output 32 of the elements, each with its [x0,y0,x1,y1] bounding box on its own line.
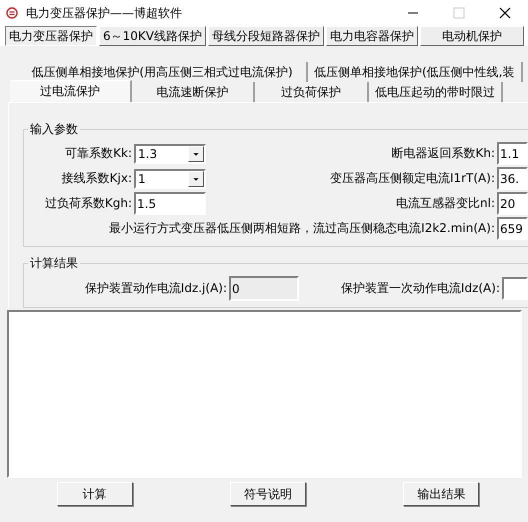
input-field[interactable]: 1.5 [134,192,206,215]
combo-box[interactable]: 1 [134,168,206,188]
tab[interactable]: 过电流保护 [10,80,132,102]
field-label: 断电器返回系数Kh: [390,145,496,162]
action-button[interactable]: 计算 [56,482,133,506]
tab[interactable]: 电力电容器保护 [326,26,418,46]
field-label: 保护装置动作电流Idz.j(A): [84,280,228,297]
close-icon[interactable] [499,7,511,19]
combo-box[interactable]: 1.3 [134,144,206,164]
group-title: 输入参数 [29,121,79,138]
field-label: 过负荷系数Kgh: [44,195,133,212]
input-field[interactable]: 20 [497,192,528,215]
input-field[interactable]: 1.1 [497,142,528,165]
input-field[interactable]: 659 [497,217,528,240]
action-button[interactable]: 输出结果 [403,482,480,506]
field-label: 最小运行方式变压器低压侧两相短路，流过高压侧稳态电流I2k2.min(A): [108,220,496,237]
tab[interactable]: 6～10KV线路保护 [99,26,206,46]
window-title: 电力变压器保护——博超软件 [26,4,183,22]
input-field[interactable]: 0 [229,276,299,301]
group-title: 计算结果 [29,255,79,272]
tab[interactable]: 母线分段短路器保护 [208,26,324,46]
field-label: 变压器高压侧额定电流I1rT(A): [328,170,496,187]
input-field[interactable] [502,277,528,300]
field-label: 保护装置一次动作电流Idz(A): [340,280,501,297]
field-label: 可靠系数Kk: [64,145,133,162]
action-button[interactable]: 符号说明 [230,482,306,506]
app-logo-icon [6,7,18,19]
field-label: 电流互感器变比nl: [395,195,496,212]
field-label: 接线系数Kjx: [60,170,133,187]
tab[interactable]: 电力变压器保护 [5,26,97,46]
input-field[interactable]: 36. [497,167,528,190]
tab[interactable]: 电动机保护 [420,26,524,46]
